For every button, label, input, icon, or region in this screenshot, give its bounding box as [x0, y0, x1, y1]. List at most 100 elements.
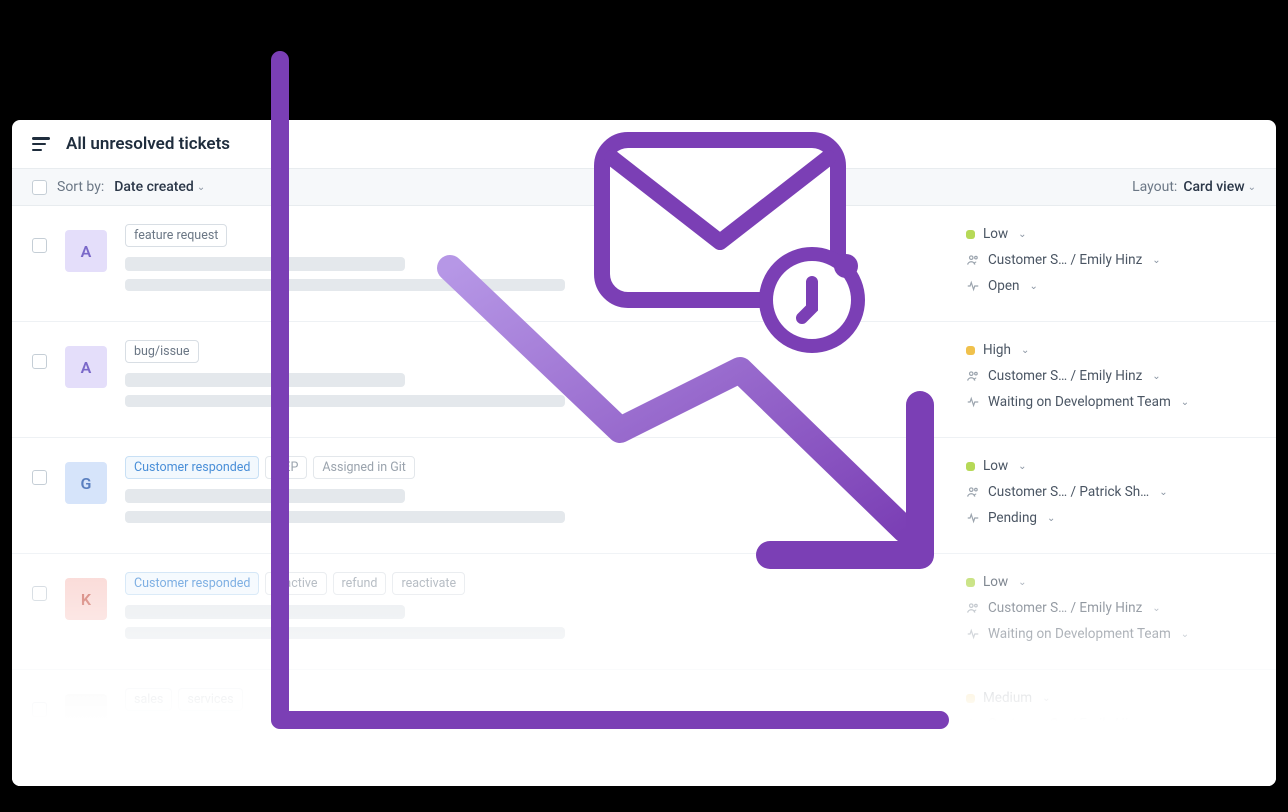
- assignee-dropdown[interactable]: Customer S… / Emily Hinz⌄: [966, 252, 1256, 268]
- meta-column: High⌄Customer S… / Emily Hinz⌄Waiting on…: [966, 340, 1256, 415]
- avatar: [65, 694, 107, 736]
- chevron-down-icon: ⌄: [1181, 397, 1189, 408]
- status-dropdown[interactable]: Pending ⌄: [966, 510, 1256, 526]
- tag[interactable]: inactive: [265, 572, 326, 595]
- row-checkbox[interactable]: [32, 702, 47, 717]
- tag[interactable]: bug/issue: [125, 340, 199, 363]
- priority-label: Low: [983, 226, 1008, 242]
- ticket-title-placeholder: [125, 605, 405, 619]
- chevron-down-icon: ⌄: [1047, 513, 1055, 524]
- ticket-body: sales services: [125, 688, 948, 763]
- assignee-dropdown[interactable]: Customer S… / Emily Hinz ⌄: [966, 716, 1256, 732]
- toolbar: Sort by: Date created ⌄ Layout: Card vie…: [12, 168, 1276, 206]
- sort-label: Sort by:: [57, 179, 104, 195]
- ticket-row[interactable]: G Customer responded NEP Assigned in Git Low…: [12, 438, 1276, 554]
- priority-dot-icon: [966, 346, 975, 355]
- meta-column: Low ⌄ Customer S… / Patrick Sh… ⌄ Pending ⌄: [966, 456, 1256, 531]
- avatar: A: [65, 346, 107, 388]
- status-label: Pending: [988, 510, 1037, 526]
- priority-label: High: [983, 342, 1011, 358]
- ticket-title-placeholder: [125, 489, 405, 503]
- tag[interactable]: refund: [333, 572, 387, 595]
- row-checkbox[interactable]: [32, 238, 47, 253]
- priority-label: Medium: [983, 690, 1032, 706]
- tag[interactable]: reactivate: [392, 572, 465, 595]
- chevron-down-icon: ⌄: [1018, 461, 1026, 472]
- assignee-dropdown[interactable]: Customer S… / Emily Hinz ⌄: [966, 368, 1256, 384]
- priority-dot-icon: [966, 578, 975, 587]
- priority-dropdown[interactable]: High⌄: [966, 342, 1256, 358]
- chevron-down-icon: ⌄: [1042, 693, 1050, 704]
- select-all-checkbox[interactable]: [32, 180, 47, 195]
- tag[interactable]: sales: [125, 688, 172, 711]
- ticket-row[interactable]: K Customer responded inactive refundreactiv…: [12, 554, 1276, 670]
- ticket-desc-placeholder: [125, 395, 565, 407]
- priority-label: Low: [983, 574, 1008, 590]
- chevron-down-icon: ⌄: [1018, 229, 1026, 240]
- assignee-dropdown[interactable]: Customer S… / Emily Hinz ⌄: [966, 600, 1256, 616]
- ticket-list: Afeature request Low ⌄ Customer S… / Emily …: [12, 206, 1276, 786]
- ticket-desc-placeholder: [125, 279, 565, 291]
- priority-dot-icon: [966, 230, 975, 239]
- priority-dropdown[interactable]: Low ⌄: [966, 226, 1256, 242]
- chevron-down-icon: ⌄: [1152, 371, 1160, 382]
- ticket-title-placeholder: [125, 257, 405, 271]
- status-label: Waiting on Development Team: [988, 394, 1171, 410]
- ticket-body: bug/issue: [125, 340, 948, 415]
- tag[interactable]: services: [178, 688, 242, 711]
- assignee-label: Customer S… / Emily Hinz: [988, 716, 1142, 732]
- ticket-desc-placeholder: [125, 511, 565, 523]
- chevron-down-icon: ⌄: [197, 182, 205, 193]
- tag[interactable]: Customer responded: [125, 456, 259, 479]
- chevron-down-icon: ⌄: [1248, 182, 1256, 193]
- row-checkbox[interactable]: [32, 354, 47, 369]
- tag[interactable]: Customer responded: [125, 572, 259, 595]
- sort-dropdown[interactable]: Date created ⌄: [114, 179, 205, 195]
- assignee-label: Customer S… / Patrick Sh…: [988, 484, 1149, 500]
- priority-dropdown[interactable]: Medium ⌄: [966, 690, 1256, 706]
- chevron-down-icon: ⌄: [1018, 577, 1026, 588]
- ticket-row[interactable]: salesservicesMedium⌄Customer S… / Emily …: [12, 670, 1276, 786]
- meta-column: Low ⌄ Customer S… / Emily Hinz⌄ Open ⌄: [966, 224, 1256, 299]
- panel-header: All unresolved tickets: [12, 120, 1276, 168]
- ticket-row[interactable]: Afeature requestLow⌄Customer S… / Emily …: [12, 206, 1276, 322]
- priority-dropdown[interactable]: Low ⌄: [966, 574, 1256, 590]
- ticket-body: feature request: [125, 224, 948, 299]
- ticket-desc-placeholder: [125, 627, 565, 639]
- status-label: Open: [988, 278, 1019, 294]
- tag[interactable]: NEP: [265, 456, 307, 479]
- filter-icon[interactable]: [32, 137, 50, 151]
- chevron-down-icon: ⌄: [1029, 281, 1037, 292]
- ticket-title-placeholder: [125, 721, 405, 735]
- tag[interactable]: feature request: [125, 224, 227, 247]
- priority-dot-icon: [966, 462, 975, 471]
- chevron-down-icon: ⌄: [1159, 487, 1167, 498]
- priority-dropdown[interactable]: Low ⌄: [966, 458, 1256, 474]
- ticket-panel: All unresolved tickets Sort by: Date cre…: [12, 120, 1276, 786]
- ticket-desc-placeholder: [125, 743, 565, 755]
- assignee-label: Customer S… / Emily Hinz: [988, 600, 1142, 616]
- chevron-down-icon: ⌄: [1181, 629, 1189, 640]
- ticket-row[interactable]: Abug/issueHigh⌄Customer S… / Emily Hinz⌄…: [12, 322, 1276, 438]
- assignee-dropdown[interactable]: Customer S… / Patrick Sh… ⌄: [966, 484, 1256, 500]
- priority-label: Low: [983, 458, 1008, 474]
- ticket-body: Customer responded NEP Assigned in Git: [125, 456, 948, 531]
- ticket-title-placeholder: [125, 373, 405, 387]
- page-title: All unresolved tickets: [66, 134, 230, 154]
- avatar: G: [65, 462, 107, 504]
- row-checkbox[interactable]: [32, 470, 47, 485]
- ticket-body: Customer responded inactive refundreactiva…: [125, 572, 948, 647]
- tag[interactable]: Assigned in Git: [313, 456, 414, 479]
- status-dropdown[interactable]: Waiting on Development Team ⌄: [966, 394, 1256, 410]
- chevron-down-icon: ⌄: [1152, 603, 1160, 614]
- meta-column: Low⌄Customer S… / Emily Hinz⌄Waiting on …: [966, 572, 1256, 647]
- row-checkbox[interactable]: [32, 586, 47, 601]
- layout-dropdown[interactable]: Card view ⌄: [1183, 179, 1256, 195]
- avatar: K: [65, 578, 107, 620]
- chevron-down-icon: ⌄: [1152, 719, 1160, 730]
- sort-value: Date created: [114, 179, 194, 195]
- status-dropdown[interactable]: Open ⌄: [966, 278, 1256, 294]
- layout-value: Card view: [1183, 179, 1244, 195]
- assignee-label: Customer S… / Emily Hinz: [988, 368, 1142, 384]
- status-dropdown[interactable]: Waiting on Development Team⌄: [966, 626, 1256, 642]
